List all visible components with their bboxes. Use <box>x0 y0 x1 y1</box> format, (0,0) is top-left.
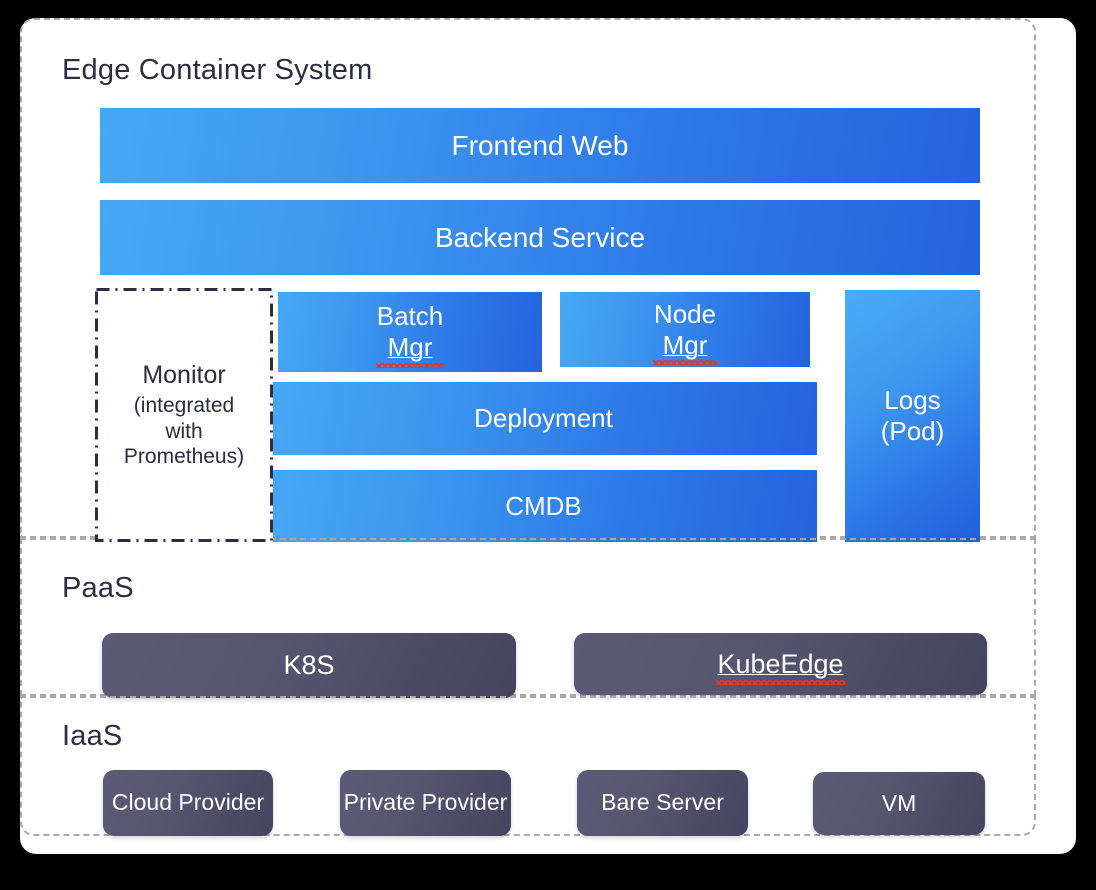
box-private-provider-label-line1: Private <box>343 789 416 816</box>
box-k8s[interactable]: K8S <box>102 633 516 698</box>
box-kubeedge-label: KubeEdge <box>716 648 845 686</box>
box-monitor-subtitle: (integrated with Prometheus) <box>123 394 245 469</box>
box-logs-pod-label-line2: (Pod) <box>880 416 945 446</box>
box-monitor[interactable]: Monitor (integrated with Prometheus) <box>95 288 273 542</box>
box-logs-pod-label-line1: Logs <box>884 385 941 416</box>
diagram-canvas: Edge Container System Frontend Web Backe… <box>0 0 1096 890</box>
box-kubeedge[interactable]: KubeEdge <box>574 633 987 695</box>
box-monitor-title: Monitor <box>142 360 226 389</box>
box-node-mgr-label-line1: Node <box>653 298 717 329</box>
box-cmdb-label: CMDB <box>505 490 582 521</box>
box-private-provider[interactable]: Private Provider <box>340 770 511 836</box>
box-node-mgr-label-line2: Mgr <box>652 330 718 365</box>
box-vm[interactable]: VM <box>813 772 985 835</box>
box-k8s-label: K8S <box>283 650 335 681</box>
box-logs-pod[interactable]: Logs (Pod) <box>845 290 980 542</box>
section-title-paas: PaaS <box>62 572 134 604</box>
box-deployment-label: Deployment <box>474 403 613 434</box>
box-backend-service-label: Backend Service <box>434 221 646 253</box>
box-backend-service[interactable]: Backend Service <box>100 200 980 275</box>
box-bare-server-label-line2: Server <box>656 789 724 816</box>
box-batch-mgr[interactable]: Batch Mgr <box>278 292 542 372</box>
box-private-provider-label-line2: Provider <box>421 789 508 816</box>
box-batch-mgr-label-line2: Mgr <box>375 332 444 368</box>
box-frontend-web[interactable]: Frontend Web <box>100 108 980 183</box>
box-cmdb[interactable]: CMDB <box>270 470 817 542</box>
section-title-iaas: IaaS <box>62 720 123 752</box>
box-vm-label-line1: VM <box>881 789 917 816</box>
box-batch-mgr-label-line1: Batch <box>376 301 444 332</box>
box-cloud-provider-label-line2: Provider <box>178 789 265 816</box>
box-cloud-provider-label-line1: Cloud <box>111 789 173 816</box>
box-frontend-web-label: Frontend Web <box>451 129 629 161</box>
box-bare-server[interactable]: Bare Server <box>577 770 748 836</box>
section-title-edge: Edge Container System <box>62 54 373 86</box>
box-bare-server-label-line1: Bare <box>601 789 650 816</box>
box-node-mgr[interactable]: Node Mgr <box>560 292 810 367</box>
box-cloud-provider[interactable]: Cloud Provider <box>103 770 273 836</box>
box-deployment[interactable]: Deployment <box>270 382 817 455</box>
